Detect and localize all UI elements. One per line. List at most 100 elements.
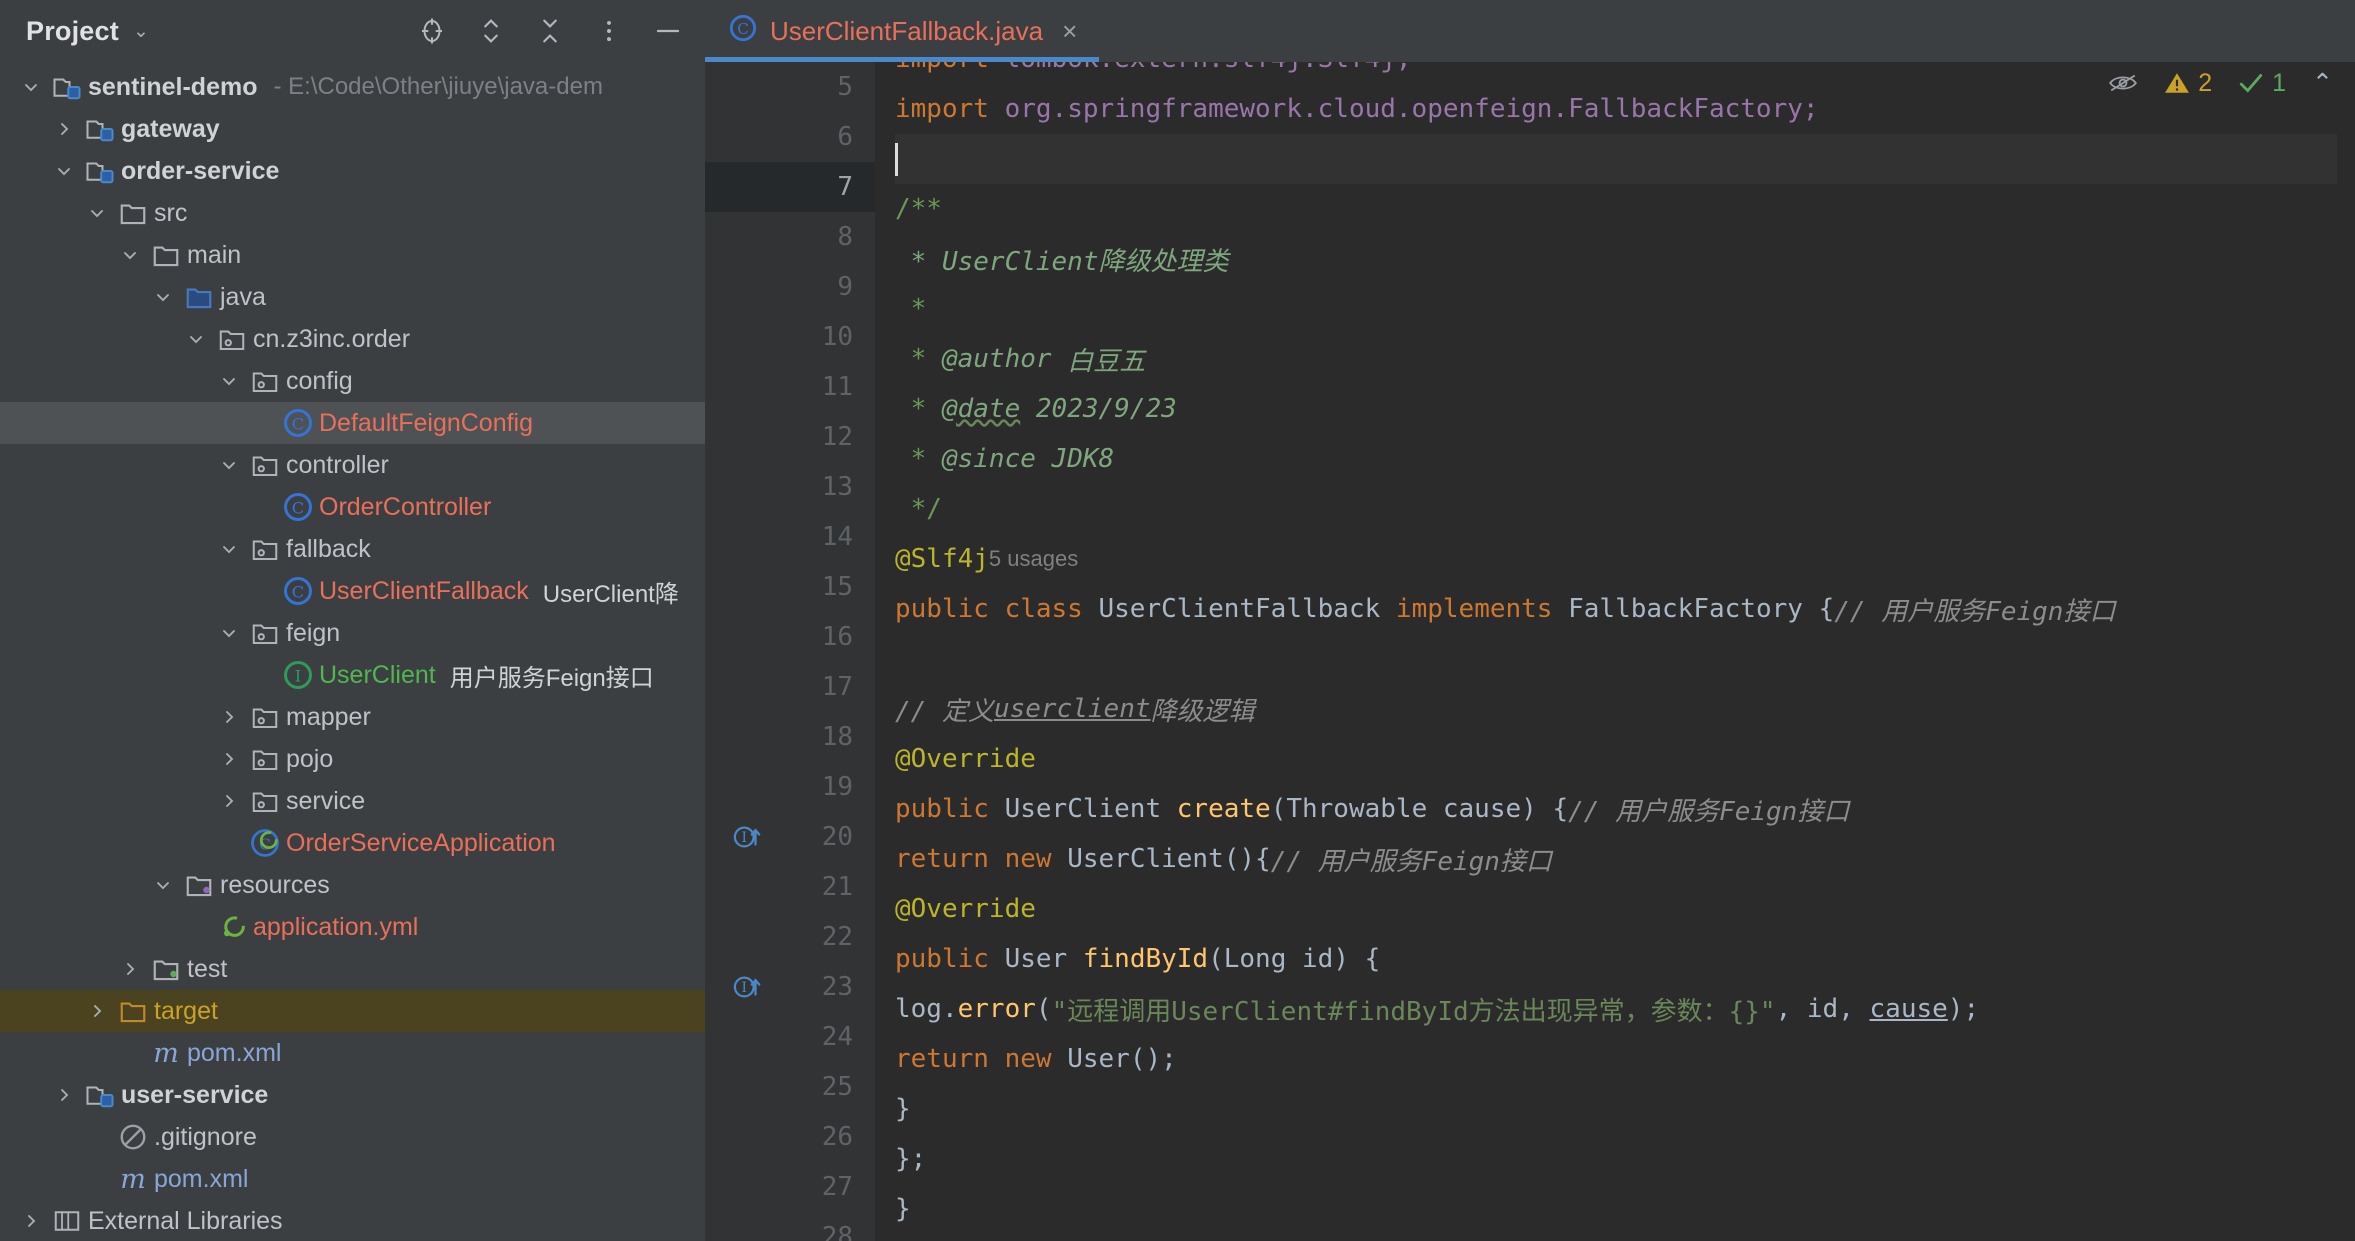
chevron-down-icon[interactable] bbox=[212, 371, 246, 391]
chevron-down-icon[interactable] bbox=[212, 539, 246, 559]
code-line-29[interactable]: } bbox=[895, 1234, 2355, 1241]
tree-item-application-yml[interactable]: application.yml bbox=[0, 906, 705, 948]
line-number-12[interactable]: 12 bbox=[705, 412, 875, 462]
tree-item-sentinel-demo[interactable]: sentinel-demo - E:\Code\Other\jiuye\java-… bbox=[0, 66, 705, 108]
tree-item-gateway[interactable]: gateway bbox=[0, 108, 705, 150]
line-number-14[interactable]: 14 bbox=[705, 512, 875, 562]
code-line-13[interactable]: * @since JDK8 bbox=[895, 434, 2355, 484]
tree-item-feign[interactable]: feign bbox=[0, 612, 705, 654]
line-number-22[interactable]: 22 bbox=[705, 912, 875, 962]
code-line-22[interactable]: @Override bbox=[895, 884, 2355, 934]
chevron-right-icon[interactable] bbox=[212, 749, 246, 769]
tree-item-order-service[interactable]: order-service bbox=[0, 150, 705, 192]
tree-item-userclient[interactable]: I UserClient 用户服务Feign接口 bbox=[0, 654, 705, 696]
tree-item-defaultfeignconfig[interactable]: C DefaultFeignConfig bbox=[0, 402, 705, 444]
line-number-9[interactable]: 9 bbox=[705, 262, 875, 312]
line-number-8[interactable]: 8 bbox=[705, 212, 875, 262]
chevron-down-icon[interactable]: ⌄ bbox=[133, 20, 149, 43]
chevron-down-icon[interactable] bbox=[113, 245, 147, 265]
editor-scrollbar[interactable] bbox=[2337, 124, 2355, 1241]
code-line-19[interactable]: @Override bbox=[895, 734, 2355, 784]
override-method-icon[interactable]: I bbox=[733, 972, 763, 1002]
code-line-21[interactable]: return new UserClient(){ // 用户服务Feign接口 bbox=[895, 834, 2355, 884]
code-line-9[interactable]: * UserClient降级处理类 bbox=[895, 234, 2355, 284]
code-line-16[interactable]: public class UserClientFallback implemen… bbox=[895, 584, 2355, 634]
code-line-8[interactable]: /** bbox=[895, 184, 2355, 234]
line-number-19[interactable]: 19 bbox=[705, 762, 875, 812]
line-number-23[interactable]: I 23 bbox=[705, 962, 875, 1012]
tree-item-resources[interactable]: resources bbox=[0, 864, 705, 906]
code-line-25[interactable]: return new User(); bbox=[895, 1034, 2355, 1084]
tree-item-pom-xml[interactable]: m pom.xml bbox=[0, 1032, 705, 1074]
line-number-20[interactable]: I 20 bbox=[705, 812, 875, 862]
tree-item-java[interactable]: java bbox=[0, 276, 705, 318]
code-line-7[interactable] bbox=[895, 134, 2355, 184]
warning-count[interactable]: 2 bbox=[2164, 69, 2212, 98]
line-number-5[interactable]: 5 bbox=[705, 62, 875, 112]
code-line-12[interactable]: * @date 2023/9/23 bbox=[895, 384, 2355, 434]
line-number-16[interactable]: 16 bbox=[705, 612, 875, 662]
tree-item-user-service[interactable]: user-service bbox=[0, 1074, 705, 1116]
line-number-6[interactable]: 6 bbox=[705, 112, 875, 162]
chevron-right-icon[interactable] bbox=[212, 707, 246, 727]
line-number-18[interactable]: 18 bbox=[705, 712, 875, 762]
line-number-13[interactable]: 13 bbox=[705, 462, 875, 512]
chevron-right-icon[interactable] bbox=[212, 791, 246, 811]
line-number-25[interactable]: 25 bbox=[705, 1062, 875, 1112]
line-number-15[interactable]: 15 bbox=[705, 562, 875, 612]
tree-item-userclientfallback[interactable]: C UserClientFallback UserClient降 bbox=[0, 570, 705, 612]
locate-icon[interactable] bbox=[417, 16, 447, 46]
chevron-down-icon[interactable] bbox=[179, 329, 213, 349]
line-number-17[interactable]: 17 bbox=[705, 662, 875, 712]
chevron-right-icon[interactable] bbox=[80, 1001, 114, 1021]
tree-item-config[interactable]: config bbox=[0, 360, 705, 402]
code-line-26[interactable]: } bbox=[895, 1084, 2355, 1134]
expand-collapse-icon[interactable] bbox=[476, 16, 506, 46]
tree-item-pojo[interactable]: pojo bbox=[0, 738, 705, 780]
tree-item-fallback[interactable]: fallback bbox=[0, 528, 705, 570]
chevron-down-icon[interactable] bbox=[14, 77, 48, 97]
tree-item-orderserviceapplication[interactable]: C OrderServiceApplication bbox=[0, 822, 705, 864]
tree-item-src[interactable]: src bbox=[0, 192, 705, 234]
line-number-21[interactable]: 21 bbox=[705, 862, 875, 912]
code-line-18[interactable]: // 定义 userclient 降级逻辑 bbox=[895, 684, 2355, 734]
code-line-14[interactable]: */ bbox=[895, 484, 2355, 534]
chevron-right-icon[interactable] bbox=[113, 959, 147, 979]
tree-item-ordercontroller[interactable]: C OrderController bbox=[0, 486, 705, 528]
override-method-icon[interactable]: I bbox=[733, 822, 763, 852]
line-number-27[interactable]: 27 bbox=[705, 1162, 875, 1212]
code-line-15[interactable]: @Slf4j 5 usages bbox=[895, 534, 2355, 584]
tree-item-pom-xml[interactable]: m pom.xml bbox=[0, 1158, 705, 1200]
chevron-down-icon[interactable] bbox=[47, 161, 81, 181]
tree-item--gitignore[interactable]: .gitignore bbox=[0, 1116, 705, 1158]
collapse-all-icon[interactable] bbox=[535, 16, 565, 46]
code-line-27[interactable]: }; bbox=[895, 1134, 2355, 1184]
close-icon[interactable]: × bbox=[1062, 16, 1077, 47]
line-number-11[interactable]: 11 bbox=[705, 362, 875, 412]
inspection-ok-count[interactable]: 1 bbox=[2238, 69, 2286, 98]
chevron-down-icon[interactable] bbox=[212, 623, 246, 643]
code-line-28[interactable]: } bbox=[895, 1184, 2355, 1234]
code-line-10[interactable]: * bbox=[895, 284, 2355, 334]
chevron-down-icon[interactable] bbox=[146, 875, 180, 895]
project-tree[interactable]: sentinel-demo - E:\Code\Other\jiuye\java-… bbox=[0, 62, 705, 1241]
tree-item-test[interactable]: test bbox=[0, 948, 705, 990]
tree-item-main[interactable]: main bbox=[0, 234, 705, 276]
code-line-24[interactable]: log. error("远程调用UserClient#findById方法出现异常… bbox=[895, 984, 2355, 1034]
tree-item-cn-z3inc-order[interactable]: cn.z3inc.order bbox=[0, 318, 705, 360]
code-content[interactable]: import lombok.extern.slf4j.Slf4j;import … bbox=[875, 62, 2355, 1241]
hide-tool-window-icon[interactable] bbox=[653, 16, 683, 46]
code-line-23[interactable]: public User findById (Long id) { bbox=[895, 934, 2355, 984]
chevron-right-icon[interactable] bbox=[47, 119, 81, 139]
line-number-24[interactable]: 24 bbox=[705, 1012, 875, 1062]
chevron-down-icon[interactable] bbox=[146, 287, 180, 307]
tree-item-controller[interactable]: controller bbox=[0, 444, 705, 486]
chevron-down-icon[interactable] bbox=[212, 455, 246, 475]
chevron-right-icon[interactable] bbox=[47, 1085, 81, 1105]
chevron-right-icon[interactable] bbox=[14, 1211, 48, 1231]
line-number-10[interactable]: 10 bbox=[705, 312, 875, 362]
line-number-26[interactable]: 26 bbox=[705, 1112, 875, 1162]
chevron-down-icon[interactable] bbox=[80, 203, 114, 223]
more-options-icon[interactable] bbox=[594, 16, 624, 46]
reader-mode-icon[interactable] bbox=[2108, 72, 2138, 94]
